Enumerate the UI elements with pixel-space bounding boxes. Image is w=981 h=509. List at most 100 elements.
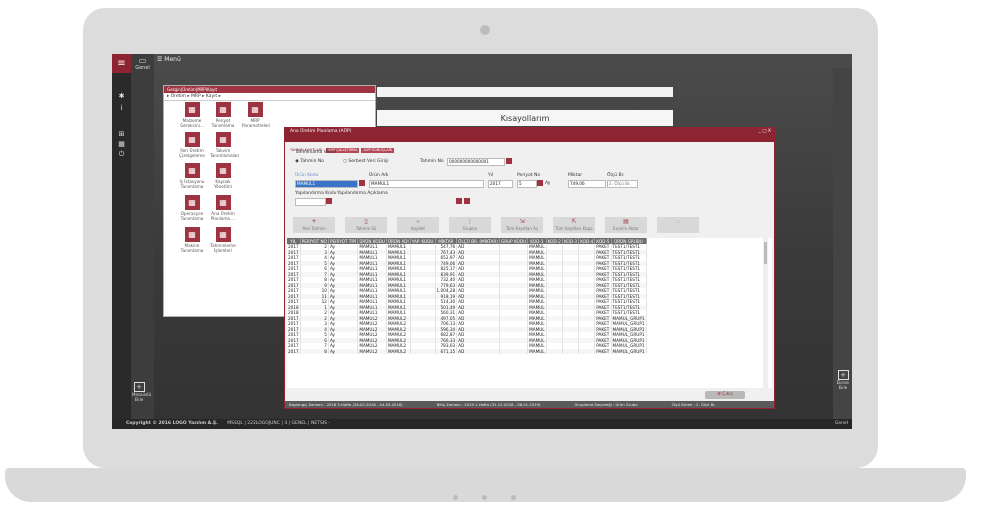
app-statusbar: Copyright © 2016 LOGO Yazılım A.Ş. MSSQL… <box>112 419 852 429</box>
chart-icon: ▦ <box>215 195 231 210</box>
menu-item-label: Makine Tanımlama <box>180 243 204 253</box>
status-right: Genel <box>834 421 848 426</box>
excel-icon: ▤ <box>623 218 629 225</box>
plus-icon: + <box>133 382 145 392</box>
table-cell: MAMUL <box>527 343 547 349</box>
column-header[interactable]: YAP. KODU <box>410 238 436 244</box>
add-desktop-button[interactable]: + Masaüstü Ekle <box>132 382 151 404</box>
column-header[interactable]: GRUP KODU <box>499 238 529 244</box>
open-all-button[interactable]: ⇲ Tüm Kayıtları Aç <box>501 217 543 233</box>
window-status: Başlangıç Zamanı : 2018 5.Hafta (26.02.2… <box>285 401 774 408</box>
lookup-icon[interactable] <box>537 180 543 186</box>
table-cell: 2017 <box>287 321 301 327</box>
column-header[interactable]: KOD-3 <box>562 238 580 244</box>
calendar-icon: ▦ <box>215 132 231 147</box>
table-cell: 1.004,28 <box>435 288 458 294</box>
table-cell: 2017 <box>287 288 301 294</box>
grid-scrollbar[interactable] <box>763 238 768 388</box>
table-cell: AD <box>456 348 500 354</box>
top-menubar: ☰ Menü <box>154 54 852 68</box>
genel-button[interactable]: ▭ Genel <box>131 56 154 71</box>
forecast-grid[interactable]: YIL PERİYOT NO PERİYOT TİPİ ÜRÜN KODU ÜRÜN A… <box>287 238 772 388</box>
urun-kodu-field[interactable]: MAMUL1 <box>295 180 358 188</box>
clear-icon[interactable] <box>464 198 470 204</box>
groups-button[interactable]: ⋮ Gruplar <box>449 217 491 233</box>
table-cell: MAMUL_GRUP1 <box>611 332 647 338</box>
table-cell: MAMUL_GRUP1 <box>611 343 647 349</box>
menu-item[interactable]: ▦ Kaynak Yönetimi <box>210 163 236 189</box>
window-controls[interactable]: _ □ X <box>759 128 771 136</box>
periyot-field[interactable]: 5 <box>517 180 537 188</box>
new-forecast-button[interactable]: + Yeni Tahmin <box>293 217 335 233</box>
tahmin-no-field[interactable]: 000000000000001 <box>447 158 505 166</box>
genel-label: Genel <box>135 65 150 71</box>
menu-item[interactable]: ▦ Malzeme Gereksini... <box>179 102 205 128</box>
table-cell: MAMUL2 <box>386 348 411 354</box>
table-cell <box>410 348 436 354</box>
add-screen-label: Ekranı Ekle <box>836 380 850 390</box>
add-screen-button[interactable]: + Ekranı Ekle <box>834 370 852 390</box>
table-row[interactable]: 2017 8 Ay MAMUL2 MAMUL2 671,15 AD MAMUL PAKET MAM… <box>287 348 647 354</box>
yil-field[interactable]: 2017 <box>488 180 513 188</box>
table-cell: MAMUL <box>527 255 547 261</box>
lookup-icon[interactable] <box>506 158 512 164</box>
table-cell: MAMUL <box>527 321 547 327</box>
table-cell: MAMUL2 <box>357 348 387 354</box>
urun-adi-field[interactable]: MAMUL1 <box>369 180 484 188</box>
hamburger-icon[interactable]: ≡ <box>112 54 131 73</box>
yap-kodu-field[interactable] <box>295 198 326 206</box>
tab-bar: TAHMİN KAYITLARI AÜP ÇALIŞTIRMA AÜP SONUÇL… <box>285 136 774 153</box>
plus-square-icon[interactable]: ⊞ <box>112 130 131 138</box>
menu-item[interactable]: ▦ Tahminleme İşlemleri <box>210 227 236 253</box>
table-cell: PAKET <box>594 244 612 250</box>
menu-item[interactable]: ▦ MRP Parametreleri <box>242 102 270 128</box>
info-icon[interactable]: i <box>112 104 131 112</box>
menu-item[interactable]: ▦ Makine Tanımlama <box>179 227 205 253</box>
apps-icon[interactable]: ▦ <box>112 140 131 148</box>
forecast-table: YIL PERİYOT NO PERİYOT TİPİ ÜRÜN KODU ÜRÜN A… <box>287 238 647 354</box>
lookup-icon[interactable] <box>326 198 332 204</box>
menu-item[interactable]: ▦ Periyot Tanımlama <box>210 102 236 128</box>
close-all-button[interactable]: ⇱ Tüm Kayıtları Kapa <box>553 217 595 233</box>
planning-window: Ana Üretim Planlama (AÜP) _ □ X TAHMİN KA… <box>284 127 775 409</box>
extra-button[interactable]: ▫ <box>657 217 699 233</box>
tab-sonuclar[interactable]: AÜP SONUÇLARI <box>361 148 395 153</box>
table-cell: PAKET <box>594 266 612 272</box>
column-header[interactable]: KOD-2 <box>546 238 563 244</box>
groups-icon: ⋮ <box>467 218 473 225</box>
menu-label: Menü <box>164 56 181 63</box>
table-cell: MAMUL <box>527 348 547 354</box>
table-cell: MAMUL <box>527 266 547 272</box>
menu-item-label: İleri Üretim Çizelgeleme <box>179 148 205 158</box>
menu-button[interactable]: ☰ Menü <box>157 56 181 63</box>
exit-button[interactable]: ⊗ Çıkış <box>705 391 745 399</box>
scroll-thumb[interactable] <box>764 242 767 264</box>
excel-export-button[interactable]: ▤ Excel'e Aktar <box>605 217 647 233</box>
power-icon[interactable]: ⏻ <box>112 150 131 159</box>
column-header[interactable]: KOD-4 <box>578 238 596 244</box>
menu-item[interactable]: ▦ Operasyon Tanımlama <box>179 195 205 221</box>
table-cell: PAKET <box>594 332 612 338</box>
tools2-icon: ▦ <box>184 132 200 147</box>
table-cell: MAMUL <box>527 299 547 305</box>
menu-window-title: Gezgin|Üretim|MRP\Kayıt <box>164 86 375 93</box>
resource-icon: ▦ <box>215 163 231 178</box>
radio-serbest[interactable]: ○ Serbest Veri Girişi <box>343 159 388 164</box>
delete-forecast-button[interactable]: ▯ Tahmin Sil <box>345 217 387 233</box>
save-icon[interactable] <box>456 198 462 204</box>
miktar-field[interactable]: 749,06 <box>568 180 606 188</box>
menu-item[interactable]: ▦ Ana Üretim Planlama ... <box>210 195 236 221</box>
window-title-text: Ana Üretim Planlama (AÜP) <box>290 129 352 134</box>
calculator-icon: ▦ <box>215 102 231 117</box>
radio-tahmin-no[interactable]: ◉ Tahmin No <box>295 159 324 164</box>
lookup-icon[interactable] <box>359 180 365 186</box>
menu-item[interactable]: ▦ Takvim Tanımlamaları <box>210 132 239 158</box>
olcu-select[interactable]: 2. Ölçü Br. <box>607 180 638 188</box>
home-icon[interactable]: ✱ <box>112 92 131 100</box>
menu-item[interactable]: ▦ İleri Üretim Çizelgeleme <box>179 132 205 158</box>
breadcrumb[interactable]: ▸ Üretim ▸ MRP ▸ Kayıt ▸ <box>164 93 375 101</box>
save-button[interactable]: ▪ Kaydet <box>397 217 439 233</box>
menu-item[interactable]: ▦ İş İstasyonu Tanımlama <box>179 163 205 189</box>
button-label: Tahmin Sil <box>355 226 377 231</box>
exit-label: Çıkış <box>722 392 733 397</box>
